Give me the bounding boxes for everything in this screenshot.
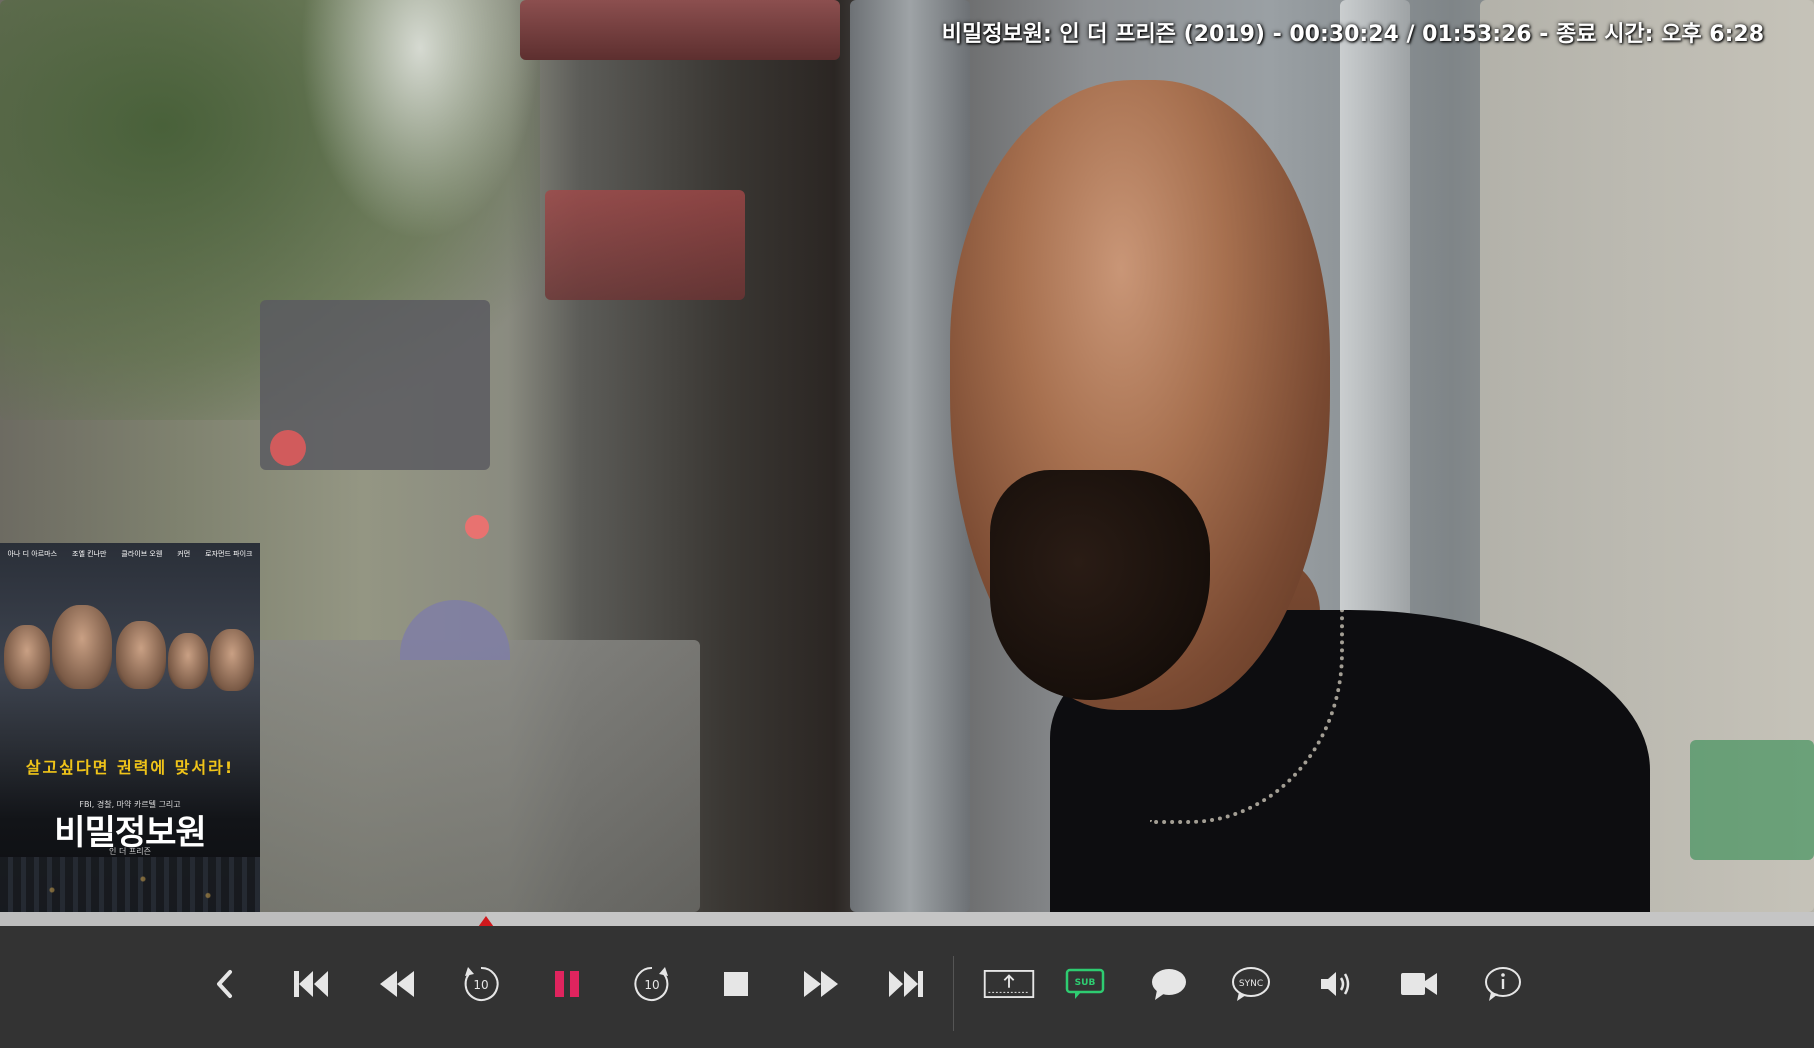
poster-tagline: 살고싶다면 권력에 맞서라! [25, 758, 235, 777]
subtitles-icon: SUB [1065, 968, 1105, 999]
sync-label: SYNC [1239, 979, 1263, 989]
subtitles-label: SUB [1075, 978, 1096, 988]
poster-credit: 조엘 킨나만 [72, 550, 107, 558]
poster-face [116, 621, 166, 689]
info-button[interactable] [1475, 956, 1531, 1012]
volume-icon [1321, 972, 1350, 996]
chevron-left-icon [217, 970, 232, 998]
poster-credit: 커먼 [177, 550, 191, 558]
seek-bar[interactable] [0, 912, 1814, 926]
chat-button[interactable] [1141, 956, 1197, 1012]
forward-10-icon: 10 [634, 966, 669, 1001]
skip-next-icon [889, 971, 923, 997]
fast-forward-button[interactable] [793, 956, 849, 1012]
sync-button[interactable]: SYNC [1223, 956, 1279, 1012]
info-icon [1485, 967, 1521, 1001]
poster-credit: 클라이브 오웬 [121, 550, 163, 558]
poster-face [4, 625, 50, 689]
stop-icon [724, 972, 748, 996]
poster-city-skyline [0, 857, 260, 912]
poster-credit: 로자먼드 파이크 [205, 550, 253, 558]
replay-10-label: 10 [473, 978, 488, 992]
forward-10-label: 10 [644, 978, 659, 992]
control-bar: 10 10 SUB SYNC [0, 926, 1814, 1048]
control-divider [953, 956, 954, 1031]
aspect-button[interactable] [974, 956, 1044, 1012]
now-playing-title: 비밀정보원: 인 더 프리즌 (2019) - 00:30:24 / 01:53… [941, 22, 1764, 47]
next-button[interactable] [878, 956, 934, 1012]
shop-window-sign [1690, 740, 1814, 860]
pedestrian-umbrella [400, 600, 510, 660]
replay-10-button[interactable]: 10 [453, 956, 509, 1012]
rewind-icon [380, 971, 414, 997]
background-sky [300, 0, 540, 240]
traffic-light [465, 515, 489, 539]
poster-credit: 아나 디 아르마스 [7, 550, 58, 558]
aspect-ratio-icon [983, 970, 1035, 998]
skip-previous-icon [294, 971, 328, 997]
video-camera-icon [1401, 973, 1437, 995]
speech-bubble-icon [1152, 969, 1186, 1000]
building-pillar [850, 0, 970, 912]
store-awning [520, 0, 840, 60]
poster-title-sub: 인 더 프리즌 [109, 847, 151, 856]
video-frame[interactable] [0, 0, 1814, 912]
pause-button[interactable] [539, 956, 595, 1012]
poster-face [168, 633, 208, 689]
stop-button[interactable] [708, 956, 764, 1012]
store-awning-lower [545, 190, 745, 300]
replay-10-icon: 10 [464, 966, 499, 1001]
poster-face [210, 629, 254, 691]
rewind-button[interactable] [369, 956, 425, 1012]
video-settings-button[interactable] [1391, 956, 1447, 1012]
previous-button[interactable] [283, 956, 339, 1012]
seek-bar-fill [0, 912, 486, 926]
fast-forward-icon [804, 971, 838, 997]
poster-credits: 아나 디 아르마스 조엘 킨나만 클라이브 오웬 커먼 로자먼드 파이크 [0, 549, 260, 559]
traffic-light [270, 430, 306, 466]
subtitles-button[interactable]: SUB [1057, 956, 1113, 1012]
movie-poster: 아나 디 아르마스 조엘 킨나만 클라이브 오웬 커먼 로자먼드 파이크 살고싶… [0, 543, 260, 912]
pause-icon [555, 971, 579, 997]
forward-10-button[interactable]: 10 [624, 956, 680, 1012]
back-button[interactable] [197, 956, 253, 1012]
sync-icon: SYNC [1232, 967, 1270, 1001]
poster-face [52, 605, 112, 689]
volume-button[interactable] [1307, 956, 1363, 1012]
